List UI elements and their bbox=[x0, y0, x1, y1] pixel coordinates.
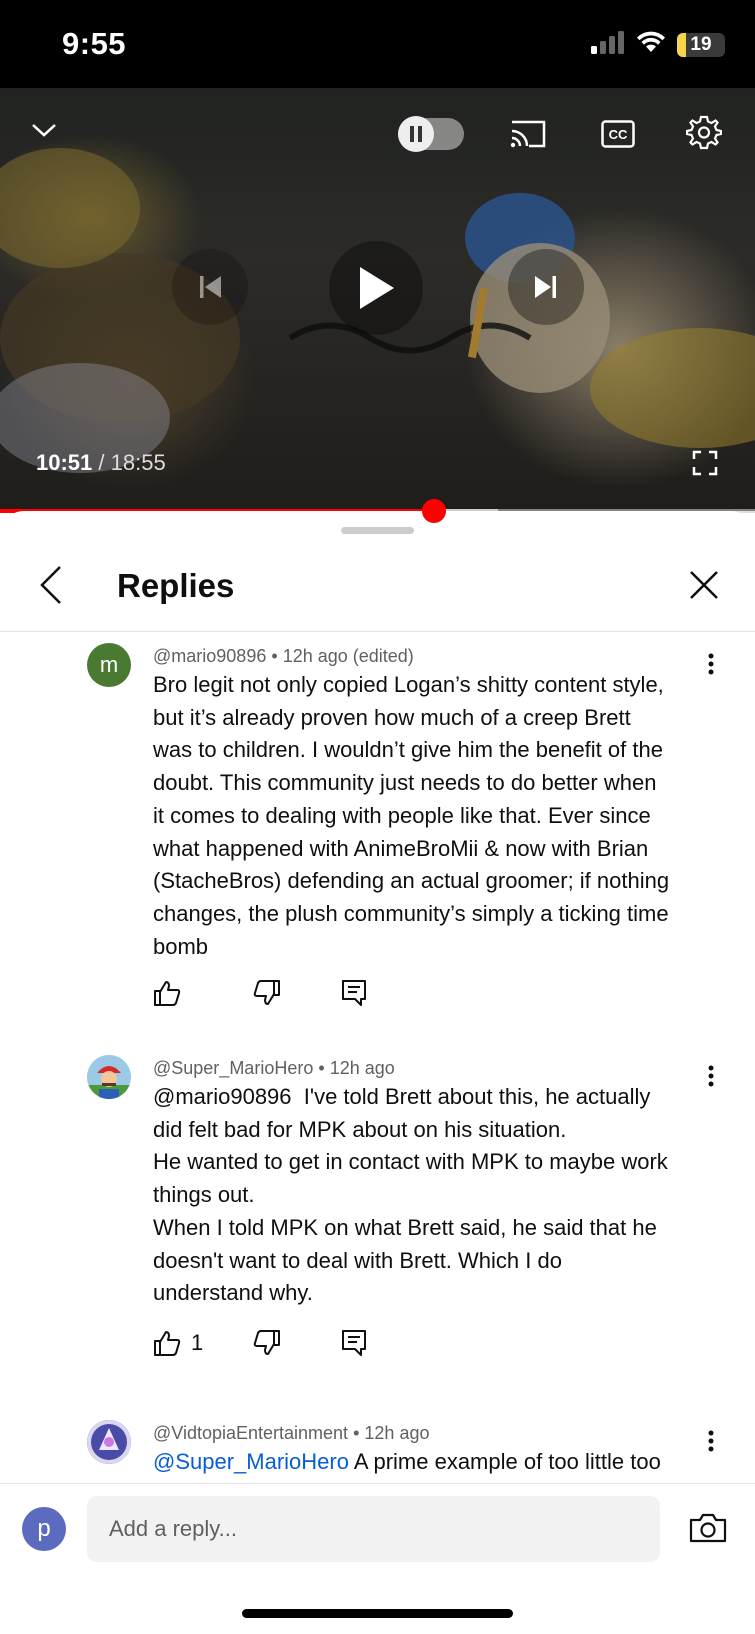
comment-author[interactable]: @Super_MarioHero bbox=[153, 1058, 313, 1078]
comment-time: 12h ago bbox=[364, 1423, 430, 1443]
previous-icon[interactable] bbox=[172, 249, 248, 325]
progress-scrubber[interactable] bbox=[422, 499, 447, 523]
comment-line: (StacheBros) defending an actual groomer… bbox=[153, 868, 670, 894]
captions-icon[interactable]: CC bbox=[598, 114, 638, 154]
close-button[interactable] bbox=[679, 560, 729, 610]
avatar[interactable] bbox=[87, 1420, 131, 1464]
comment-line-text: I've told Brett about this, he actually bbox=[291, 1084, 651, 1109]
comment-line: Bro legit not only copied Logan’s shitty… bbox=[153, 672, 664, 697]
sheet-title: Replies bbox=[117, 567, 235, 604]
comment-line-text: A prime example of too little too bbox=[348, 1449, 661, 1474]
user-avatar[interactable]: p bbox=[22, 1507, 66, 1551]
separator: • bbox=[318, 1058, 325, 1078]
camera-button[interactable] bbox=[686, 1506, 730, 1550]
thumbs-down-icon bbox=[253, 980, 280, 1005]
avatar[interactable]: m bbox=[87, 643, 131, 687]
avatar-image bbox=[87, 1420, 131, 1464]
comment-line: was to children. I wouldn’t give him the… bbox=[153, 737, 663, 763]
comment-text: @Super_MarioHero A prime example of too … bbox=[153, 1446, 713, 1479]
battery-fill bbox=[677, 32, 687, 57]
sheet-header: Replies bbox=[0, 535, 755, 632]
avatar-image bbox=[87, 1055, 131, 1099]
reply-button[interactable] bbox=[341, 975, 367, 1011]
play-icon[interactable] bbox=[329, 241, 423, 335]
like-button[interactable]: 1 bbox=[153, 1325, 203, 1361]
comment-line: did felt bad for MPK about on his situat… bbox=[153, 1116, 567, 1142]
comment-time: 12h ago (edited) bbox=[282, 646, 414, 666]
reply-bar: p bbox=[0, 1483, 755, 1634]
battery-level: 19 bbox=[690, 33, 712, 55]
status-icons: 19 bbox=[591, 30, 725, 59]
chevron-down-icon[interactable] bbox=[26, 112, 62, 148]
comment-text: @mario90896 I've told Brett about this, … bbox=[153, 1081, 713, 1310]
comment-author[interactable]: @mario90896 bbox=[153, 646, 266, 666]
reply-input[interactable] bbox=[87, 1496, 660, 1562]
mention[interactable]: @Super_MarioHero bbox=[153, 1449, 349, 1474]
next-icon[interactable] bbox=[508, 249, 584, 325]
comment-meta: @Super_MarioHero • 12h ago bbox=[153, 1058, 395, 1079]
comment-author[interactable]: @VidtopiaEntertainment bbox=[153, 1423, 348, 1443]
chevron-left-icon bbox=[40, 566, 61, 604]
wifi-icon bbox=[635, 30, 667, 59]
separator: • bbox=[271, 646, 278, 666]
comment-line: When I told MPK on what Brett said, he s… bbox=[153, 1214, 657, 1240]
user-avatar-letter: p bbox=[37, 1515, 51, 1542]
pause-icon bbox=[398, 116, 434, 152]
cast-icon[interactable] bbox=[508, 114, 548, 154]
comment-line: He wanted to get in contact with MPK to … bbox=[153, 1149, 668, 1175]
like-button[interactable] bbox=[153, 975, 191, 1011]
status-time: 9:55 bbox=[62, 26, 127, 61]
comment-meta: @VidtopiaEntertainment • 12h ago bbox=[153, 1423, 429, 1444]
comments-list[interactable]: m @mario90896 • 12h ago (edited) Bro leg… bbox=[0, 633, 755, 1495]
comment-actions: 1 bbox=[153, 1325, 413, 1361]
avatar-letter: m bbox=[99, 652, 119, 677]
comment-icon bbox=[342, 1330, 366, 1356]
like-count: 1 bbox=[191, 1330, 204, 1355]
settings-icon[interactable] bbox=[684, 112, 724, 152]
camera-icon bbox=[689, 1513, 727, 1543]
comment-line: doubt. This community just needs to do b… bbox=[153, 770, 657, 796]
dislike-button[interactable] bbox=[253, 1325, 281, 1361]
comment-icon bbox=[342, 980, 366, 1006]
separator: • bbox=[353, 1423, 360, 1443]
drag-handle[interactable] bbox=[341, 527, 414, 534]
avatar[interactable] bbox=[87, 1055, 131, 1099]
comment-line: @Super_MarioHero A prime example of too … bbox=[153, 1446, 713, 1479]
duration: / 18:55 bbox=[98, 450, 166, 475]
mention[interactable]: @mario90896 bbox=[153, 1084, 292, 1109]
svg-text:CC: CC bbox=[609, 127, 628, 142]
reply-button[interactable] bbox=[341, 1325, 367, 1361]
autoplay-toggle[interactable] bbox=[398, 116, 464, 152]
comment-actions bbox=[153, 975, 413, 1011]
comment-line: bomb bbox=[153, 933, 209, 959]
video-player[interactable]: CC 10:51 / 18:55 bbox=[0, 88, 755, 511]
battery-icon: 19 bbox=[677, 32, 725, 57]
thumbs-up-icon bbox=[154, 1331, 181, 1356]
comment-line: @mario90896 I've told Brett about this, … bbox=[153, 1081, 713, 1114]
comment-line: what happened with AnimeBroMii & now wit… bbox=[153, 835, 649, 861]
back-button[interactable] bbox=[26, 560, 76, 610]
thumbs-up-icon bbox=[154, 981, 181, 1006]
dislike-button[interactable] bbox=[253, 975, 281, 1011]
thumbs-down-icon bbox=[253, 1330, 280, 1355]
time-readout: 10:51 / 18:55 bbox=[36, 450, 166, 476]
comment-line: things out. bbox=[153, 1182, 255, 1208]
home-indicator[interactable] bbox=[242, 1609, 513, 1618]
status-bar: 9:55 19 bbox=[0, 0, 755, 88]
comment-line: it comes to dealing with people like tha… bbox=[153, 802, 651, 828]
comment-line: understand why. bbox=[153, 1280, 313, 1306]
comment-line: changes, the plush community’s simply a … bbox=[153, 900, 669, 926]
current-time: 10:51 bbox=[36, 450, 93, 475]
close-icon bbox=[690, 571, 718, 599]
comment-meta: @mario90896 • 12h ago (edited) bbox=[153, 646, 414, 667]
fullscreen-icon[interactable] bbox=[688, 446, 722, 480]
replies-sheet: Replies m @mario90896 • 12h ago (edited)… bbox=[0, 511, 755, 1634]
cellular-signal-icon bbox=[591, 30, 625, 59]
comment-line: doesn't want to deal with Brett. Which I… bbox=[153, 1247, 562, 1273]
comment-text: Bro legit not only copied Logan’s shitty… bbox=[153, 669, 713, 963]
comment-line: but it’s already proven how much of a cr… bbox=[153, 704, 631, 730]
comment-time: 12h ago bbox=[329, 1058, 395, 1078]
